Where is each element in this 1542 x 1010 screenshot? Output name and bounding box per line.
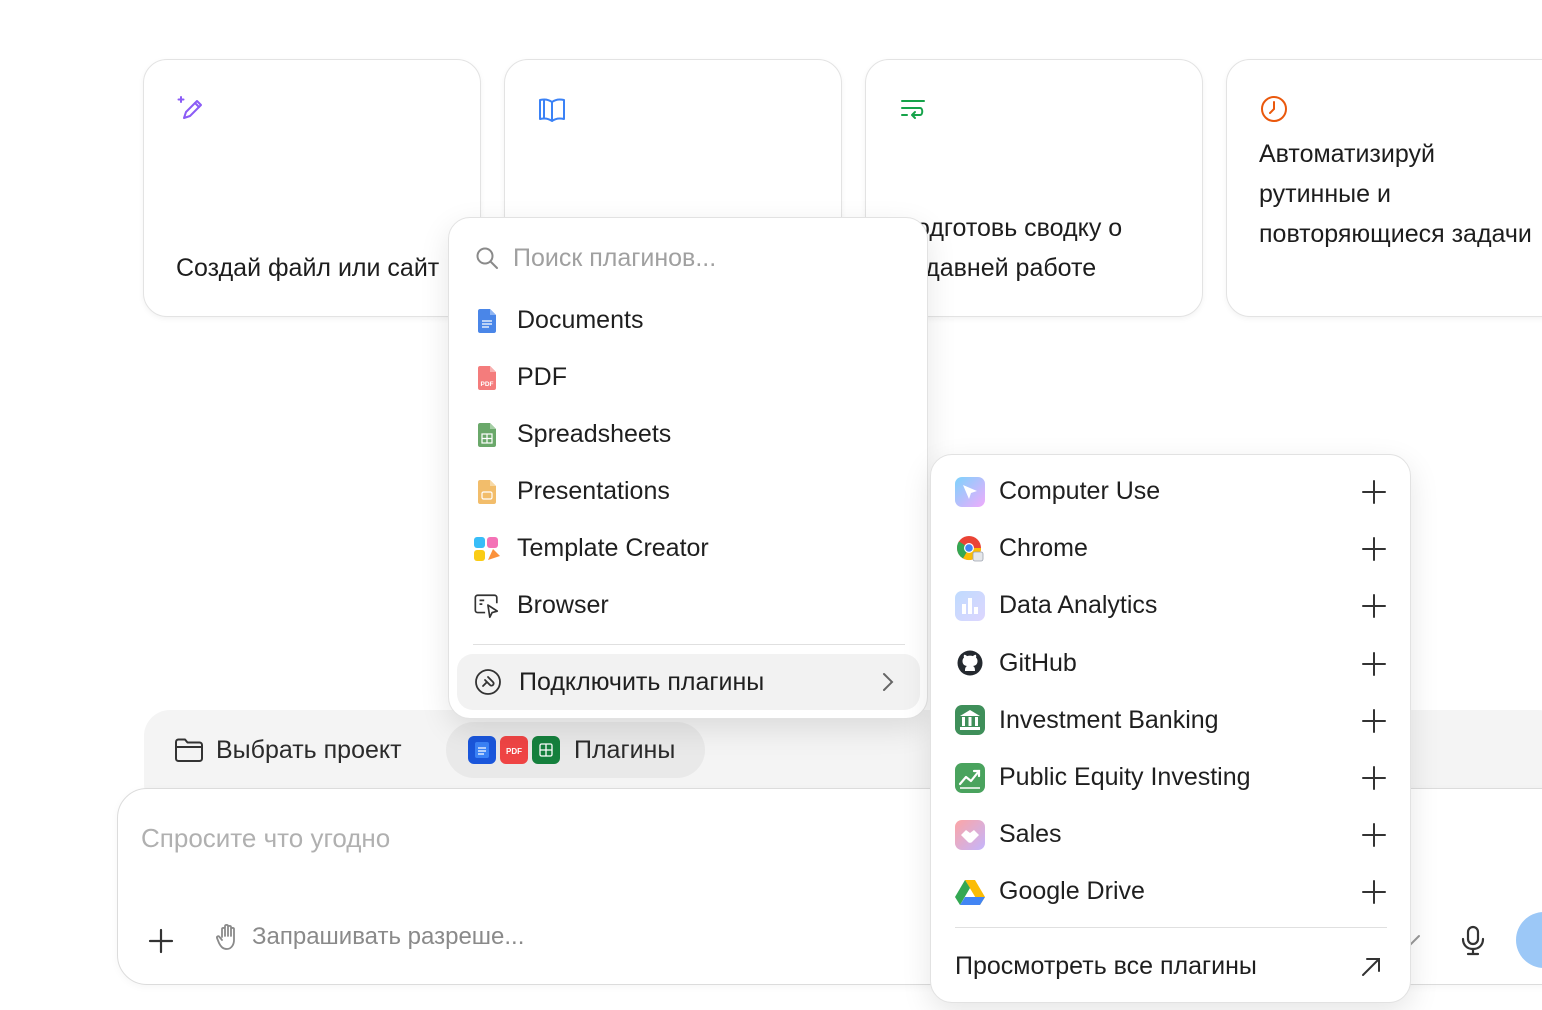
view-all-plugins-link[interactable]: Просмотреть все плагины [955, 945, 1387, 987]
select-project-button[interactable]: Выбрать проект [174, 728, 402, 772]
plugins-chip-icons: PDF [468, 736, 560, 764]
folder-icon [175, 738, 203, 762]
select-project-label: Выбрать проект [216, 735, 402, 764]
plugin-item-browser[interactable]: Browser [473, 577, 903, 634]
plugin-item-chrome[interactable]: Chrome [953, 520, 1391, 577]
permission-mode-button[interactable]: Запрашивать разреше... [214, 922, 524, 952]
template-creator-icon [473, 535, 501, 563]
plugin-item-label: GitHub [999, 648, 1077, 677]
plugin-item-label: Browser [517, 591, 609, 619]
add-plugin-icon[interactable] [1361, 822, 1387, 848]
hand-icon [216, 923, 235, 950]
plugins-chip-button[interactable]: PDF Плагины [446, 722, 705, 778]
plugin-item-spreadsheets[interactable]: Spreadsheets [473, 406, 903, 463]
chevron-right-icon [883, 673, 894, 691]
add-plugin-icon[interactable] [1361, 479, 1387, 505]
external-arrow-icon [1362, 958, 1380, 976]
plugin-item-label: Computer Use [999, 477, 1161, 506]
add-plugin-icon[interactable] [1361, 708, 1387, 734]
plugin-item-label: Spreadsheets [517, 420, 672, 448]
plugin-search-row [475, 238, 913, 278]
plugin-item-label: Presentations [517, 477, 670, 505]
plugin-item-presentations[interactable]: Presentations [473, 463, 903, 520]
add-plugin-icon[interactable] [1361, 536, 1387, 562]
plugin-item-label: Documents [517, 306, 644, 334]
plugins-popover: Documents PDF PDF Spreadsheets Presentat… [448, 217, 928, 719]
plugin-item-label: Chrome [999, 534, 1088, 563]
add-plugin-icon[interactable] [1361, 593, 1387, 619]
plugin-item-google-drive[interactable]: Google Drive [953, 863, 1391, 920]
pencil-sparkle-icon [177, 96, 202, 119]
plugin-item-label: Investment Banking [999, 705, 1219, 734]
browser-icon [473, 592, 501, 620]
message-input[interactable] [141, 816, 901, 860]
available-plugins-list: Computer Use Chrome Data Analytics GitHu… [953, 463, 1391, 921]
view-all-plugins-label: Просмотреть все плагины [955, 951, 1257, 980]
google-drive-icon [953, 875, 987, 909]
card-text: Создай файл или сайт [176, 254, 440, 282]
microphone-icon[interactable] [1458, 924, 1488, 956]
plugin-item-github[interactable]: GitHub [953, 635, 1391, 692]
open-book-icon [539, 98, 565, 122]
permission-mode-label: Запрашивать разреше... [252, 923, 525, 950]
add-attachment-icon[interactable] [146, 926, 176, 956]
search-icon [476, 247, 498, 269]
computer-use-icon [953, 475, 987, 509]
plugin-item-data-analytics[interactable]: Data Analytics [953, 577, 1391, 634]
plugin-item-label: Template Creator [517, 534, 709, 562]
plugin-item-investment-banking[interactable]: Investment Banking [953, 692, 1391, 749]
chrome-icon [953, 532, 987, 566]
connect-plugins-label: Подключить плагины [519, 667, 765, 696]
plugin-list: Documents PDF PDF Spreadsheets Presentat… [473, 292, 903, 634]
popover-divider [473, 644, 905, 645]
submenu-divider [955, 927, 1387, 928]
plugin-item-pdf[interactable]: PDF PDF [473, 349, 903, 406]
plugin-item-computer-use[interactable]: Computer Use [953, 463, 1391, 520]
plugin-item-template-creator[interactable]: Template Creator [473, 520, 903, 577]
sales-icon [953, 818, 987, 852]
suggestion-card-create[interactable]: Создай файл или сайт [143, 59, 481, 317]
svg-text:PDF: PDF [506, 747, 522, 756]
public-equity-icon [953, 761, 987, 795]
connect-plugins-submenu: Computer Use Chrome Data Analytics GitHu… [930, 454, 1411, 1003]
plugin-item-public-equity-investing[interactable]: Public Equity Investing [953, 749, 1391, 806]
plug-circle-icon [475, 669, 501, 695]
investment-banking-icon [953, 703, 987, 737]
plugin-item-label: Public Equity Investing [999, 763, 1251, 792]
plugin-search-input[interactable] [513, 243, 913, 273]
plugin-item-label: Data Analytics [999, 591, 1158, 620]
plugin-item-sales[interactable]: Sales [953, 806, 1391, 863]
pdf-icon: PDF [473, 364, 501, 392]
spreadsheets-icon [532, 736, 560, 764]
presentations-icon [473, 478, 501, 506]
documents-icon [473, 307, 501, 335]
pdf-icon: PDF [500, 736, 528, 764]
svg-text:PDF: PDF [481, 381, 494, 388]
data-analytics-icon [953, 589, 987, 623]
plugin-item-label: Google Drive [999, 877, 1145, 906]
add-plugin-icon[interactable] [1361, 765, 1387, 791]
card-text: Автоматизируй рутинные и повторяющиеся з… [1259, 140, 1532, 248]
add-plugin-icon[interactable] [1361, 879, 1387, 905]
clock-icon [1261, 96, 1287, 122]
plugin-item-documents[interactable]: Documents [473, 292, 903, 349]
plugin-item-label: PDF [517, 363, 567, 391]
card-text: Подготовь сводку о недавней работе [898, 214, 1123, 282]
github-icon [953, 646, 987, 680]
connect-plugins-button[interactable]: Подключить плагины [457, 654, 920, 710]
documents-icon [468, 736, 496, 764]
suggestion-card-automate[interactable]: Автоматизируй рутинные и повторяющиеся з… [1226, 59, 1542, 317]
add-plugin-icon[interactable] [1361, 651, 1387, 677]
text-wrap-icon [901, 100, 925, 119]
plugin-item-label: Sales [999, 820, 1062, 849]
plugins-chip-label: Плагины [574, 735, 676, 764]
spreadsheets-icon [473, 421, 501, 449]
